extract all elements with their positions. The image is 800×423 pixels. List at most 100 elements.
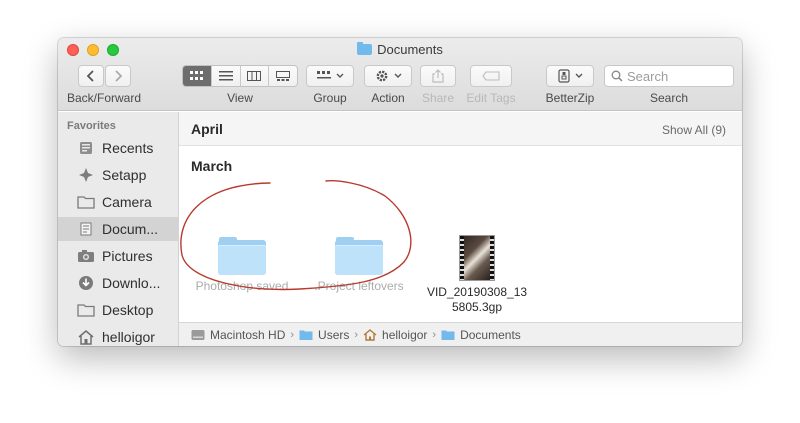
finder-window: Documents Back/Forward View Group Action… bbox=[58, 38, 742, 346]
setapp-icon bbox=[77, 166, 95, 184]
search-input[interactable] bbox=[627, 68, 727, 84]
gallery-view-button[interactable] bbox=[269, 66, 297, 86]
sidebar-item-setapp[interactable]: Setapp bbox=[58, 163, 178, 187]
path-crumb-helloigor[interactable]: helloigor bbox=[363, 328, 427, 342]
tag-icon bbox=[482, 71, 500, 81]
group-title: April bbox=[191, 121, 223, 137]
path-separator: › bbox=[432, 328, 437, 341]
download-icon bbox=[77, 274, 95, 292]
file-name: VID_20190308_13 5805.3gp bbox=[422, 285, 532, 315]
sidebar-item-label: Pictures bbox=[102, 248, 153, 264]
path-crumb-label: helloigor bbox=[382, 327, 428, 342]
share-button[interactable] bbox=[420, 65, 456, 87]
show-all-link[interactable]: Show All (9) bbox=[662, 123, 726, 137]
sidebar-item-label: Docum... bbox=[102, 221, 159, 237]
sidebar-section-favorites: Favorites bbox=[67, 120, 116, 132]
video-thumbnail-icon bbox=[459, 235, 495, 281]
path-separator: › bbox=[290, 328, 295, 341]
path-bar: Macintosh HD › Users › helloigor › Docum… bbox=[179, 322, 742, 346]
path-crumb-label: Macintosh HD bbox=[210, 327, 286, 342]
toolbar: Documents Back/Forward View Group Action… bbox=[58, 38, 742, 111]
chevron-left-icon bbox=[86, 70, 94, 82]
betterzip-button[interactable] bbox=[546, 65, 594, 87]
sidebar-item-home[interactable]: helloigor bbox=[58, 325, 178, 346]
sidebar-item-pictures[interactable]: Pictures bbox=[58, 244, 178, 268]
search-label: Search bbox=[649, 91, 689, 105]
folder-icon bbox=[441, 330, 455, 340]
folder-icon bbox=[357, 42, 373, 55]
back-forward-label: Back/Forward bbox=[66, 91, 142, 105]
icon-view-button[interactable] bbox=[183, 66, 212, 86]
sidebar-item-desktop[interactable]: Desktop bbox=[58, 298, 178, 322]
window-title: Documents bbox=[58, 42, 742, 57]
folder-icon bbox=[335, 237, 383, 275]
icon-grid-icon bbox=[189, 71, 203, 80]
window-title-text: Documents bbox=[377, 42, 443, 57]
search-field[interactable] bbox=[604, 65, 734, 87]
hard-drive-icon bbox=[191, 329, 205, 340]
zip-archive-icon bbox=[557, 69, 570, 83]
chevron-down-icon bbox=[575, 73, 582, 78]
path-crumb-documents[interactable]: Documents bbox=[441, 328, 521, 342]
search-icon bbox=[611, 70, 623, 82]
folder-item-photoshop-saved[interactable]: Photoshop saved bbox=[187, 237, 297, 294]
group-icon bbox=[316, 71, 331, 79]
file-name-line1: VID_20190308_13 bbox=[426, 285, 528, 299]
view-segmented-control bbox=[182, 65, 298, 87]
path-crumb-label: Users bbox=[318, 327, 350, 342]
chevron-right-icon bbox=[115, 70, 123, 82]
columns-icon bbox=[247, 71, 262, 81]
sidebar-item-label: Downlo... bbox=[102, 275, 161, 291]
camera-icon bbox=[77, 247, 95, 265]
column-view-button[interactable] bbox=[240, 66, 270, 86]
gear-icon bbox=[376, 70, 387, 82]
chevron-down-icon bbox=[394, 73, 401, 78]
folder-item-project-leftovers[interactable]: .Project leftovers bbox=[304, 237, 414, 294]
documents-icon bbox=[77, 220, 95, 238]
back-button[interactable] bbox=[78, 65, 104, 87]
path-crumb-label: Documents bbox=[460, 327, 521, 342]
sidebar: Favorites Recents Setapp Camera Docum... bbox=[58, 112, 179, 346]
edit-tags-button[interactable] bbox=[470, 65, 512, 87]
list-view-button[interactable] bbox=[211, 66, 241, 86]
folder-icon bbox=[77, 193, 95, 211]
list-icon bbox=[218, 71, 233, 81]
file-browser-content: April Show All (9) March Photoshop saved… bbox=[179, 112, 742, 322]
home-icon bbox=[77, 328, 95, 346]
group-title-march: March bbox=[191, 158, 233, 174]
sidebar-item-label: Camera bbox=[102, 194, 152, 210]
group-label: Group bbox=[313, 91, 347, 105]
file-name: Photoshop saved bbox=[195, 279, 289, 293]
desktop-icon bbox=[77, 301, 95, 319]
folder-icon bbox=[218, 237, 266, 275]
sidebar-item-downloads[interactable]: Downlo... bbox=[58, 271, 178, 295]
share-icon bbox=[432, 69, 444, 83]
sidebar-item-label: Recents bbox=[102, 140, 154, 156]
recents-icon bbox=[77, 139, 95, 157]
path-separator: › bbox=[354, 328, 359, 341]
sidebar-item-recents[interactable]: Recents bbox=[58, 136, 178, 160]
sidebar-item-label: Desktop bbox=[102, 302, 154, 318]
sidebar-item-camera[interactable]: Camera bbox=[58, 190, 178, 214]
edit-tags-label: Edit Tags bbox=[466, 91, 516, 105]
sidebar-item-label: helloigor bbox=[102, 329, 155, 345]
action-button[interactable] bbox=[364, 65, 412, 87]
path-crumb-users[interactable]: Users bbox=[299, 328, 349, 342]
share-label: Share bbox=[421, 91, 455, 105]
chevron-down-icon bbox=[336, 73, 343, 78]
file-name-line2: 5805.3gp bbox=[451, 300, 503, 314]
sidebar-item-documents[interactable]: Docum... bbox=[58, 217, 178, 241]
gallery-icon bbox=[276, 71, 291, 81]
folder-icon bbox=[299, 330, 313, 340]
view-label: View bbox=[227, 91, 253, 105]
file-name: .Project leftovers bbox=[314, 279, 404, 293]
file-item-video[interactable]: VID_20190308_13 5805.3gp bbox=[422, 235, 532, 315]
betterzip-label: BetterZip bbox=[545, 91, 595, 105]
home-icon bbox=[363, 328, 377, 341]
sidebar-item-label: Setapp bbox=[102, 167, 147, 183]
group-header-april: April Show All (9) bbox=[179, 112, 742, 146]
forward-button[interactable] bbox=[105, 65, 131, 87]
group-button[interactable] bbox=[306, 65, 354, 87]
action-label: Action bbox=[371, 91, 405, 105]
path-crumb-macintosh-hd[interactable]: Macintosh HD bbox=[191, 328, 285, 342]
